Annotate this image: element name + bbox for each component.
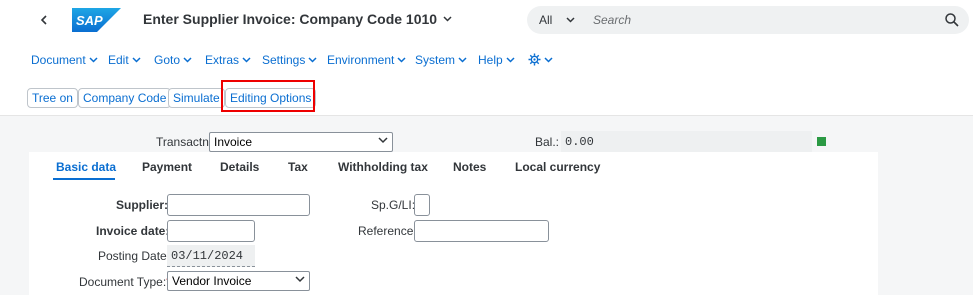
menu-edit[interactable]: Edit <box>108 53 141 67</box>
chevron-down-icon <box>89 57 98 63</box>
balance-label: Bal.: <box>535 135 560 149</box>
menu-extras[interactable]: Extras <box>205 53 251 67</box>
chevron-down-icon <box>443 16 452 22</box>
chevron-down-icon <box>308 57 317 63</box>
chevron-down-icon <box>544 56 553 63</box>
menu-help[interactable]: Help <box>478 53 515 67</box>
chevron-left-icon <box>40 15 47 25</box>
shell-header: SAP Enter Supplier Invoice: Company Code… <box>0 0 973 40</box>
tab-withholding-tax[interactable]: Withholding tax <box>338 160 428 174</box>
balance-field: 0.00 <box>561 131 812 153</box>
app-title-menu[interactable]: Enter Supplier Invoice: Company Code 101… <box>143 11 452 27</box>
chevron-down-icon <box>566 17 575 23</box>
invoice-date-input[interactable] <box>167 220 255 242</box>
tab-local-currency[interactable]: Local currency <box>515 160 600 174</box>
menu-system[interactable]: System <box>415 53 467 67</box>
editing-options-button[interactable]: Editing Options <box>225 88 317 108</box>
chevron-down-icon <box>458 57 467 63</box>
chevron-down-icon <box>295 276 305 283</box>
menu-document[interactable]: Document <box>31 53 98 67</box>
menu-goto[interactable]: Goto <box>154 53 192 67</box>
tree-on-button[interactable]: Tree on <box>27 88 78 108</box>
tab-notes[interactable]: Notes <box>453 160 486 174</box>
balance-status-indicator <box>817 137 826 146</box>
transaction-select[interactable]: Invoice <box>209 132 393 152</box>
tab-basic-data[interactable]: Basic data <box>56 160 116 174</box>
page-title: Enter Supplier Invoice: Company Code 101… <box>143 11 438 27</box>
search-scope-select[interactable]: All <box>539 13 575 27</box>
menu-environment[interactable]: Environment <box>327 53 406 67</box>
chevron-down-icon <box>506 57 515 63</box>
tab-details[interactable]: Details <box>220 160 259 174</box>
reference-input[interactable] <box>414 220 549 242</box>
tab-payment[interactable]: Payment <box>142 160 192 174</box>
tab-tax[interactable]: Tax <box>288 160 308 174</box>
chevron-down-icon <box>378 137 388 144</box>
simulate-button[interactable]: Simulate <box>168 88 225 108</box>
sap-logo[interactable]: SAP <box>72 8 121 32</box>
menu-gear[interactable] <box>528 53 553 66</box>
menu-bar: Document Edit Goto Extras Settings Envir… <box>0 40 973 80</box>
menu-settings[interactable]: Settings <box>262 53 317 67</box>
active-tab-indicator <box>53 178 115 180</box>
supplier-label: Supplier: <box>116 198 169 212</box>
chevron-down-icon <box>242 57 251 63</box>
application-toolbar: Tree on Company Code Simulate Editing Op… <box>0 80 973 116</box>
transaction-label: Transactn: <box>156 135 213 149</box>
chevron-down-icon <box>132 57 141 63</box>
document-type-label: Document Type:* <box>79 275 171 289</box>
back-button[interactable] <box>34 10 54 30</box>
spgl-input[interactable] <box>414 194 430 216</box>
supplier-input[interactable] <box>167 194 310 216</box>
document-type-select[interactable]: Vendor Invoice <box>167 271 310 291</box>
posting-date-label: Posting Date: <box>98 249 171 263</box>
gear-icon <box>528 53 541 66</box>
search-icon[interactable] <box>945 13 959 27</box>
search-bar: All <box>527 6 969 34</box>
posting-date-field[interactable]: 03/11/2024 <box>167 245 255 267</box>
chevron-down-icon <box>183 57 192 63</box>
company-code-button[interactable]: Company Code <box>78 88 172 108</box>
spgl-label: Sp.G/LI: <box>371 198 416 212</box>
invoice-date-label: Invoice date: <box>96 224 170 238</box>
search-input[interactable] <box>593 10 933 30</box>
reference-label: Reference: <box>358 224 417 238</box>
chevron-down-icon <box>397 57 406 63</box>
svg-text:SAP: SAP <box>76 13 103 28</box>
